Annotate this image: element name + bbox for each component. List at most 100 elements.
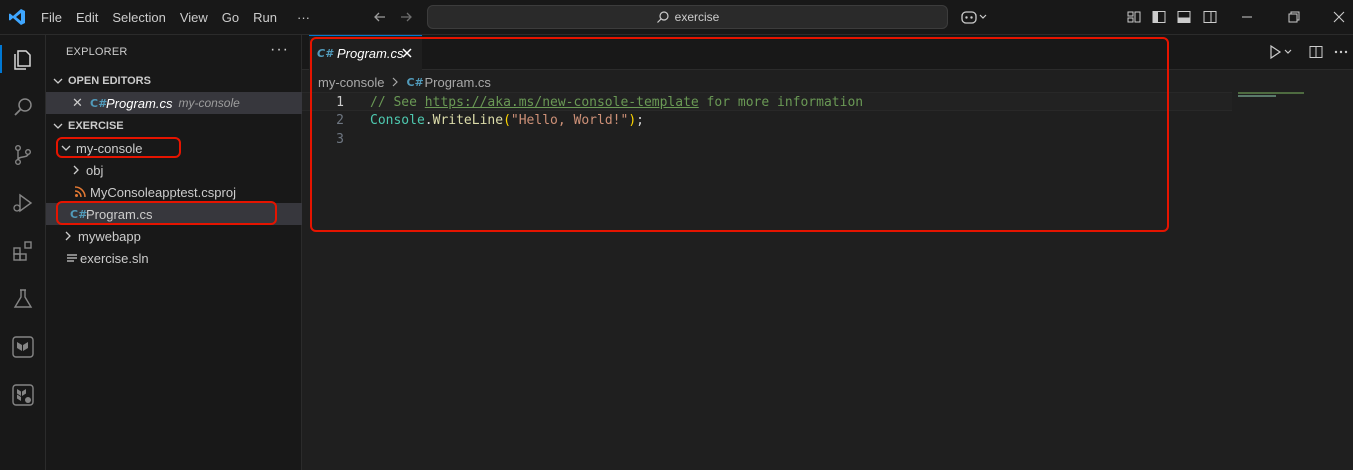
code-line: 2 Console.WriteLine("Hello, World!"); bbox=[302, 111, 1232, 130]
open-editors-label: OPEN EDITORS bbox=[68, 75, 151, 87]
menu-run[interactable]: Run bbox=[246, 10, 284, 25]
tab-bar: C# Program.cs bbox=[302, 35, 1353, 70]
chevron-right-icon bbox=[65, 231, 71, 241]
tree-label: MyConsoleapptest.csproj bbox=[90, 184, 236, 200]
search-text: exercise bbox=[674, 10, 720, 24]
line-number: 1 bbox=[336, 95, 344, 110]
tree-label: my-console bbox=[76, 140, 143, 156]
code-editor[interactable]: 1 // See https://aka.ms/new-console-temp… bbox=[302, 92, 1232, 149]
search-icon bbox=[656, 11, 669, 23]
explorer-title: EXPLORER bbox=[66, 46, 128, 58]
back-arrow-icon[interactable] bbox=[372, 9, 388, 25]
line-content: Console.WriteLine("Hello, World!"); bbox=[370, 111, 644, 130]
csharp-file-icon: C# bbox=[317, 46, 333, 60]
chevron-down-icon bbox=[53, 78, 63, 84]
chevron-down-icon bbox=[61, 145, 71, 151]
explorer-icon[interactable] bbox=[9, 45, 37, 73]
source-control-icon[interactable] bbox=[9, 141, 37, 169]
workspace-label: EXERCISE bbox=[68, 120, 124, 132]
testing-flask-icon[interactable] bbox=[9, 285, 37, 313]
token-dot: . bbox=[424, 113, 433, 128]
activity-bar bbox=[0, 35, 46, 470]
close-editor-icon[interactable]: ✕ bbox=[72, 95, 90, 111]
terraform-cloud-icon[interactable] bbox=[9, 381, 37, 409]
csharp-file-icon: C# bbox=[90, 96, 108, 110]
tree-file-csproj[interactable]: MyConsoleapptest.csproj bbox=[46, 181, 302, 203]
csharp-file-icon: C# bbox=[70, 207, 88, 221]
minimap-line bbox=[1238, 92, 1304, 94]
breadcrumb: my-console C# Program.cs bbox=[318, 73, 491, 91]
chevron-down-icon bbox=[53, 123, 63, 129]
menu-edit[interactable]: Edit bbox=[69, 10, 105, 25]
chevron-right-icon bbox=[393, 77, 399, 87]
run-debug-icon[interactable] bbox=[9, 189, 37, 217]
command-center-search[interactable]: exercise bbox=[427, 5, 948, 29]
toggle-secondary-sidebar-icon[interactable] bbox=[1202, 9, 1218, 25]
explorer-more-actions[interactable]: ··· bbox=[270, 41, 289, 59]
tree-folder-obj[interactable]: obj bbox=[46, 159, 302, 181]
tree-label: exercise.sln bbox=[80, 250, 149, 266]
rss-project-icon bbox=[74, 186, 86, 198]
restore-icon[interactable] bbox=[1287, 10, 1301, 24]
minimize-icon[interactable] bbox=[1240, 10, 1254, 24]
explorer-sidebar: EXPLORER ··· OPEN EDITORS ✕ C# Program.c… bbox=[46, 35, 302, 470]
menu-file[interactable]: File bbox=[34, 10, 69, 25]
comment-link[interactable]: https://aka.ms/new-console-template bbox=[425, 95, 699, 110]
open-editor-item[interactable]: ✕ C# Program.cs my-console bbox=[46, 92, 302, 114]
open-editor-filename: Program.cs bbox=[106, 95, 173, 111]
open-editors-header[interactable]: OPEN EDITORS bbox=[46, 70, 302, 92]
line-number: 3 bbox=[336, 132, 344, 147]
copilot-icon[interactable] bbox=[960, 9, 988, 25]
menu-bar: File Edit Selection View Go Run ··· bbox=[34, 0, 317, 35]
forward-arrow-icon[interactable] bbox=[398, 9, 414, 25]
token-close-paren: ) bbox=[628, 113, 637, 128]
token-class: Console bbox=[370, 113, 425, 128]
split-editor-icon[interactable] bbox=[1308, 44, 1324, 60]
close-tab-icon[interactable] bbox=[400, 46, 414, 60]
customize-layout-icon[interactable] bbox=[1126, 9, 1142, 25]
token-string: "Hello, World!" bbox=[510, 113, 629, 128]
line-number: 2 bbox=[336, 113, 344, 128]
chevron-right-icon bbox=[73, 165, 79, 175]
breadcrumb-folder[interactable]: my-console bbox=[318, 75, 384, 90]
extensions-icon[interactable] bbox=[9, 237, 37, 265]
token-method: WriteLine bbox=[432, 113, 504, 128]
menu-view[interactable]: View bbox=[173, 10, 215, 25]
tab-label: Program.cs bbox=[337, 45, 404, 61]
token-open-paren: ( bbox=[503, 113, 511, 128]
run-button-icon[interactable] bbox=[1268, 44, 1294, 60]
workspace-header[interactable]: EXERCISE bbox=[46, 115, 302, 137]
search-view-icon[interactable] bbox=[9, 93, 37, 121]
solution-file-icon bbox=[67, 254, 77, 262]
line-content: // See https://aka.ms/new-console-templa… bbox=[370, 93, 863, 112]
tree-folder-my-console[interactable]: my-console bbox=[46, 137, 302, 159]
toggle-panel-icon[interactable] bbox=[1176, 9, 1192, 25]
active-indicator bbox=[0, 45, 2, 73]
minimap-line bbox=[1238, 95, 1276, 97]
token-semicolon: ; bbox=[636, 113, 644, 128]
comment-suffix: for more information bbox=[698, 95, 864, 110]
breadcrumb-file[interactable]: Program.cs bbox=[424, 75, 490, 90]
tab-program-cs[interactable]: C# Program.cs bbox=[309, 35, 422, 70]
more-actions-icon[interactable] bbox=[1333, 44, 1349, 60]
menu-go[interactable]: Go bbox=[215, 10, 246, 25]
tree-label: Program.cs bbox=[86, 206, 153, 222]
tree-label: mywebapp bbox=[78, 228, 141, 244]
vscode-logo-icon bbox=[9, 9, 25, 25]
editor-area: C# Program.cs my-console C# Program.cs 1… bbox=[302, 35, 1353, 470]
csharp-file-icon: C# bbox=[406, 75, 424, 89]
tree-folder-mywebapp[interactable]: mywebapp bbox=[46, 225, 302, 247]
close-window-icon[interactable] bbox=[1332, 10, 1346, 24]
toggle-primary-sidebar-icon[interactable] bbox=[1151, 9, 1167, 25]
tree-file-program-cs[interactable]: C# Program.cs bbox=[46, 203, 302, 225]
comment-prefix: // See bbox=[370, 95, 425, 110]
terraform-icon[interactable] bbox=[9, 333, 37, 361]
tree-file-sln[interactable]: exercise.sln bbox=[46, 247, 302, 269]
title-bar: File Edit Selection View Go Run ··· exer… bbox=[0, 0, 1353, 35]
code-line: 1 // See https://aka.ms/new-console-temp… bbox=[302, 92, 1232, 111]
menu-selection[interactable]: Selection bbox=[105, 10, 172, 25]
menu-more[interactable]: ··· bbox=[290, 10, 317, 25]
tree-label: obj bbox=[86, 162, 104, 178]
minimap[interactable] bbox=[1232, 90, 1353, 470]
open-editor-folder: my-console bbox=[178, 96, 240, 110]
